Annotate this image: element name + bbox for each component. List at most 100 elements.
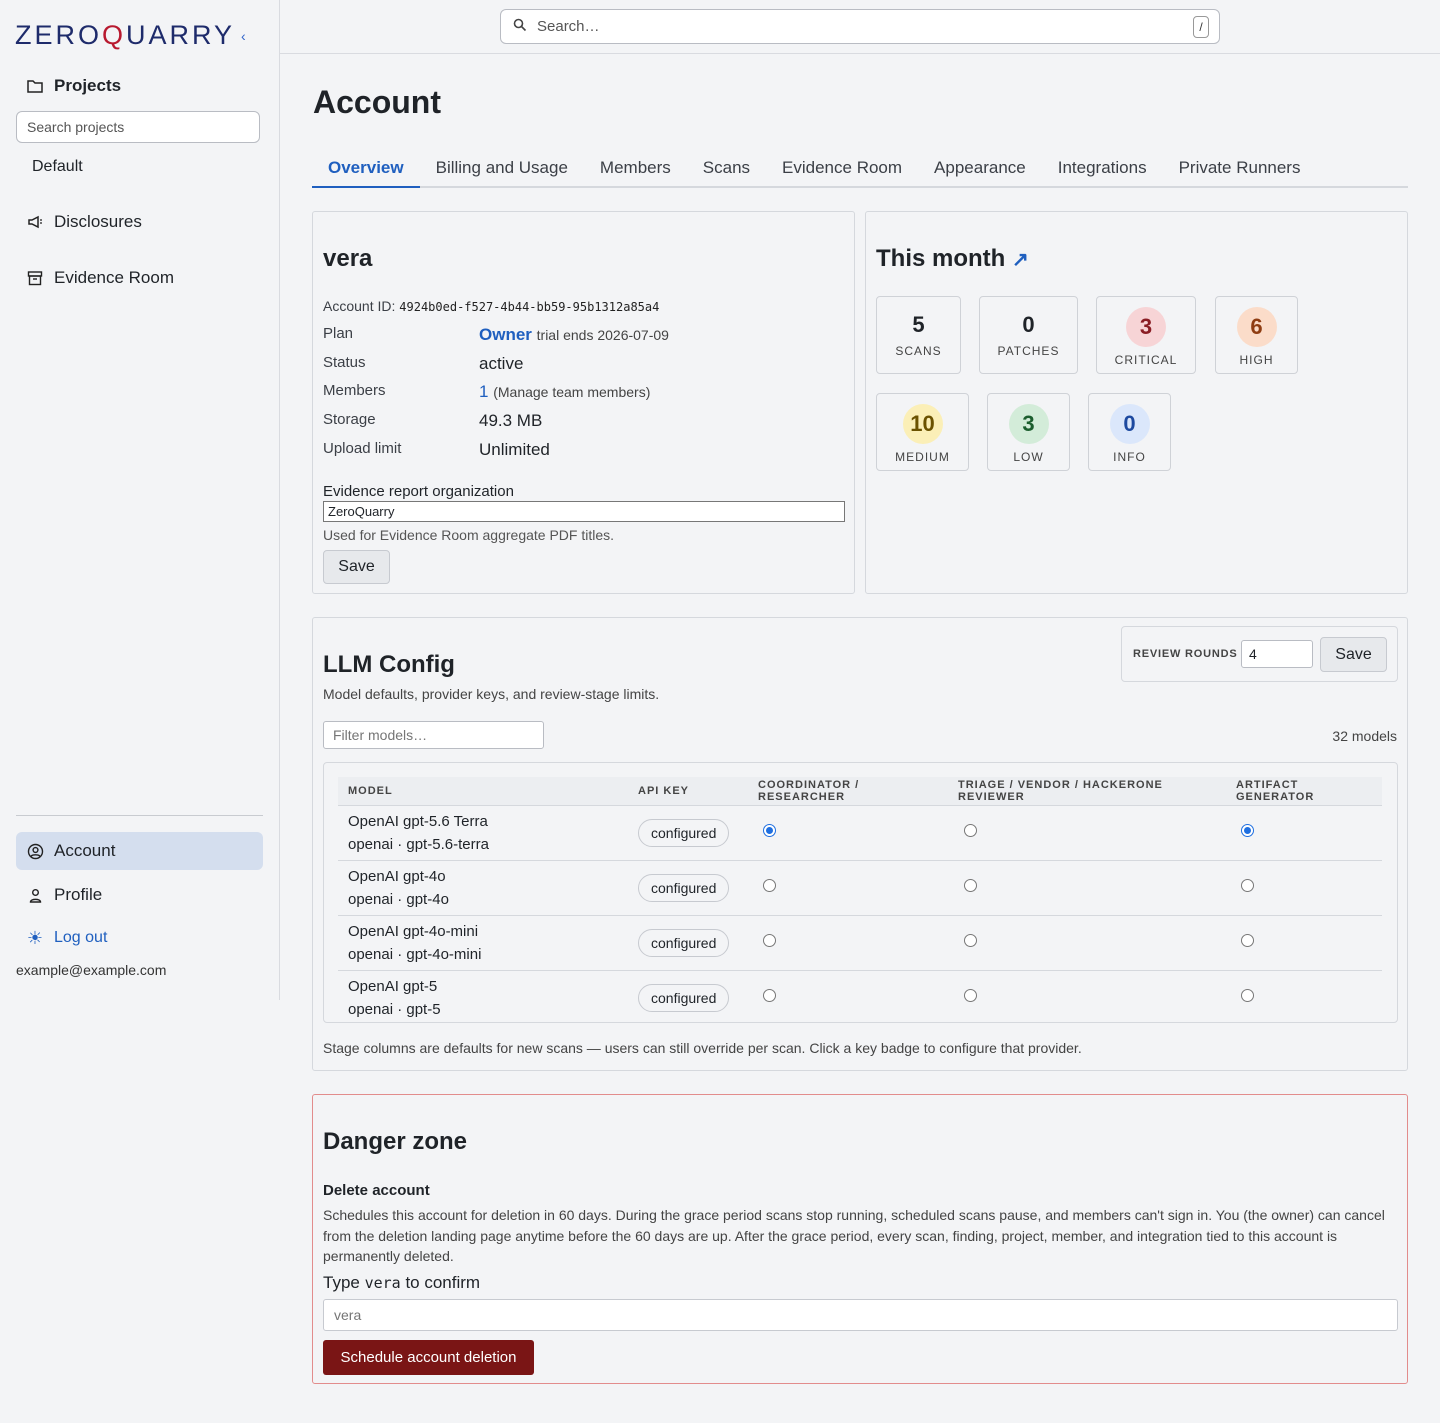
model-name: OpenAI gpt-4o [348, 867, 446, 885]
save-review-rounds-button[interactable]: Save [1320, 637, 1387, 672]
stat-bubble: 0 [1109, 404, 1150, 444]
model-count: 32 models [1332, 728, 1397, 744]
schedule-deletion-button[interactable]: Schedule account deletion [323, 1340, 534, 1375]
coordinator-radio[interactable] [763, 989, 776, 1003]
model-name: OpenAI gpt-4o-mini [348, 922, 479, 940]
plan-note: trial ends 2026-07-09 [536, 327, 669, 343]
stat-critical[interactable]: 3 CRITICAL [1096, 296, 1196, 374]
llm-config-title: LLM Config [323, 651, 455, 678]
stat-high[interactable]: 6 HIGH [1215, 296, 1298, 374]
members-count-link[interactable]: 1 [479, 382, 488, 401]
llm-config-card: LLM Config Model defaults, provider keys… [312, 617, 1408, 1071]
artifact-radio[interactable] [1241, 934, 1254, 947]
page-title: Account [313, 84, 441, 120]
artifact-radio[interactable] [1241, 879, 1254, 892]
tab-members[interactable]: Members [584, 150, 687, 188]
table-row: OpenAI gpt-4o-mini openai · gpt-4o-mini c… [338, 914, 1382, 970]
stat-info[interactable]: 0 INFO [1088, 393, 1171, 471]
triage-radio[interactable] [964, 824, 977, 837]
models-table: MODEL API KEY COORDINATOR / RESEARCHER T… [338, 777, 1382, 1022]
manage-members-link[interactable]: (Manage team members) [493, 384, 650, 400]
tab-evidence-room[interactable]: Evidence Room [766, 150, 918, 188]
stat-medium[interactable]: 10 MEDIUM [876, 393, 969, 471]
members-value: 1 (Manage team members) [479, 382, 650, 402]
status-value: active [479, 354, 524, 373]
sidebar-item-evidence-room[interactable]: Evidence Room [16, 259, 263, 297]
sidebar-item-label: Evidence Room [54, 268, 175, 287]
col-triage: TRIAGE / VENDOR / HACKERONE REVIEWER [948, 777, 1226, 805]
col-model: MODEL [338, 777, 628, 805]
api-key-badge[interactable]: configured [638, 983, 730, 1012]
tab-billing-and-usage[interactable]: Billing and Usage [420, 150, 584, 188]
search-projects-input[interactable]: Search projects [16, 111, 260, 143]
confirm-delete-input[interactable] [323, 1299, 1398, 1331]
sidebar-item-disclosures[interactable]: Disclosures [16, 203, 263, 241]
external-link-icon[interactable]: ↗ [1012, 249, 1029, 271]
stat-scans[interactable]: 5 SCANS [876, 296, 961, 374]
person-icon [26, 886, 44, 904]
stat-bubble: 3 [1008, 404, 1049, 444]
sidebar-item-profile[interactable]: Profile [16, 876, 263, 914]
delete-account-title: Delete account [323, 1182, 430, 1199]
sidebar-item-label: Account [54, 841, 116, 860]
shortcut-hint: / [1193, 16, 1209, 38]
project-item-default[interactable]: Default [32, 158, 83, 176]
stat-bubble: 10 [902, 404, 943, 444]
account-tabs: Overview Billing and Usage Members Scans… [312, 150, 1408, 188]
api-key-badge[interactable]: configured [638, 928, 730, 957]
stat-low[interactable]: 3 LOW [987, 393, 1070, 471]
stat-label: MEDIUM [895, 450, 950, 464]
top-bar: Search… / [280, 0, 1440, 54]
coordinator-radio[interactable] [763, 934, 776, 947]
models-table-wrap: MODEL API KEY COORDINATOR / RESEARCHER T… [323, 762, 1398, 1023]
stat-label: PATCHES [997, 344, 1060, 358]
save-org-button[interactable]: Save [323, 550, 390, 584]
tab-integrations[interactable]: Integrations [1042, 150, 1163, 188]
logout-label: Log out [54, 929, 108, 946]
search-placeholder: Search… [537, 18, 600, 35]
llm-config-subtitle: Model defaults, provider keys, and revie… [323, 686, 660, 702]
logout-link[interactable]: ☀ Log out [16, 919, 263, 957]
tab-overview[interactable]: Overview [312, 150, 420, 188]
stat-patches[interactable]: 0 PATCHES [979, 296, 1078, 374]
this-month-label: This month [876, 245, 1006, 272]
archive-icon [26, 269, 44, 287]
sidebar-item-label: Disclosures [54, 212, 142, 231]
sun-icon[interactable]: ☀ [26, 928, 44, 948]
sidebar-item-projects[interactable]: Projects [16, 67, 263, 105]
api-key-badge[interactable]: configured [638, 818, 730, 847]
api-key-badge[interactable]: configured [638, 873, 730, 902]
stat-label: HIGH [1239, 353, 1274, 367]
collapse-sidebar-icon[interactable]: ‹ [241, 28, 246, 44]
plan-owner-link[interactable]: Owner [479, 325, 532, 344]
user-circle-icon [26, 842, 44, 860]
coordinator-radio[interactable] [763, 824, 776, 837]
triage-radio[interactable] [964, 934, 977, 947]
sidebar-item-account[interactable]: Account [16, 832, 263, 870]
review-rounds-label: REVIEW ROUNDS [1133, 648, 1238, 660]
stat-value: 0 [1022, 312, 1035, 337]
review-rounds-input[interactable] [1241, 640, 1313, 668]
delete-account-desc: Schedules this account for deletion in 6… [323, 1207, 1385, 1264]
table-row: OpenAI gpt-5 openai · gpt-5 configured [338, 969, 1382, 1022]
triage-radio[interactable] [964, 879, 977, 892]
artifact-radio[interactable] [1241, 989, 1254, 1003]
user-email: example@example.com [16, 962, 167, 978]
filter-models-input[interactable] [323, 721, 544, 749]
status-label: Status [323, 354, 366, 371]
account-id-value: 4924b0ed-f527-4b44-bb59-95b1312a85a4 [399, 300, 660, 314]
artifact-radio[interactable] [1241, 824, 1254, 837]
model-name: OpenAI gpt-5.6 Terra [348, 812, 488, 830]
col-api-key: API KEY [628, 777, 748, 805]
global-search-input[interactable]: Search… / [500, 9, 1220, 44]
search-icon [513, 18, 527, 35]
upload-limit-label: Upload limit [323, 440, 402, 457]
tab-scans[interactable]: Scans [687, 150, 766, 188]
model-id: openai · gpt-5 [348, 1000, 441, 1018]
logo[interactable]: ZEROQUARRY [15, 20, 235, 51]
triage-radio[interactable] [964, 989, 977, 1003]
org-input[interactable] [323, 501, 845, 522]
tab-appearance[interactable]: Appearance [918, 150, 1042, 188]
coordinator-radio[interactable] [763, 879, 776, 892]
tab-private-runners[interactable]: Private Runners [1163, 150, 1317, 188]
